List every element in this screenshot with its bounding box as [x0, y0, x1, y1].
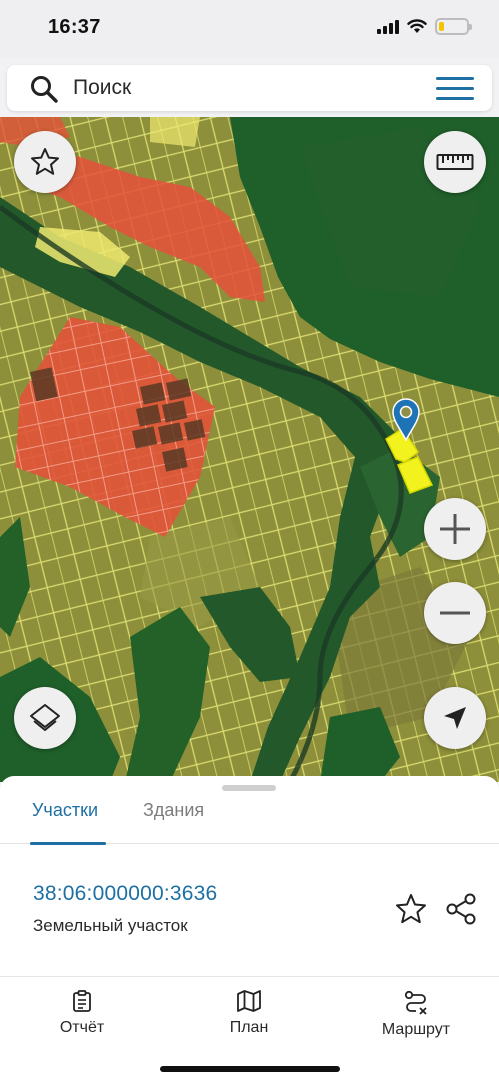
map-view[interactable] — [0, 117, 499, 782]
zoom-out-button[interactable] — [424, 582, 486, 644]
satellite-map[interactable] — [0, 117, 499, 782]
ruler-button[interactable] — [424, 131, 486, 193]
result-tabs: Участки Здания — [0, 796, 499, 845]
tab-buildings[interactable]: Здания — [141, 800, 206, 844]
parcel-cadastral-number[interactable]: 38:06:000000:3636 — [33, 882, 217, 906]
nav-report[interactable]: Отчёт — [22, 989, 142, 1037]
route-icon — [404, 990, 427, 1015]
report-icon — [73, 990, 91, 1012]
layers-button[interactable] — [14, 687, 76, 749]
add-favorite-star-icon[interactable] — [393, 891, 429, 927]
map-icon — [237, 990, 261, 1012]
bottom-navigation: Отчёт План Маршрут — [0, 976, 499, 1080]
share-icon[interactable] — [443, 891, 479, 927]
menu-icon-bar — [436, 87, 474, 90]
menu-icon-bar — [436, 77, 474, 80]
menu-icon-bar — [436, 97, 474, 100]
status-bar: 16:37 — [0, 0, 499, 58]
results-sheet: Участки Здания 38:06:000000:3636 Земельн… — [0, 776, 499, 976]
my-location-button[interactable] — [424, 687, 486, 749]
sheet-drag-handle[interactable] — [222, 785, 276, 791]
wifi-icon — [407, 19, 427, 33]
battery-level — [439, 22, 445, 31]
navigation-arrow-icon — [444, 707, 466, 729]
nav-route[interactable]: Маршрут — [356, 989, 476, 1039]
location-pin-icon[interactable] — [391, 397, 421, 441]
minus-icon — [440, 611, 470, 615]
star-icon — [31, 148, 59, 175]
nav-route-label: Маршрут — [381, 1021, 451, 1038]
status-time: 16:37 — [48, 16, 101, 38]
parcel-type-label: Земельный участок — [33, 916, 188, 935]
status-icons — [377, 18, 472, 35]
search-input[interactable] — [73, 71, 413, 105]
zoom-in-button[interactable] — [424, 498, 486, 560]
search-icon[interactable] — [29, 74, 59, 104]
cellular-signal-icon — [377, 19, 399, 34]
nav-plan[interactable]: План — [189, 989, 309, 1037]
ruler-icon — [436, 154, 474, 170]
battery-icon — [435, 18, 472, 35]
layers-icon — [30, 704, 60, 731]
menu-button[interactable] — [436, 77, 474, 101]
home-indicator[interactable] — [160, 1066, 340, 1072]
favorites-button[interactable] — [14, 131, 76, 193]
plus-icon — [440, 514, 470, 544]
search-bar — [7, 65, 492, 111]
nav-report-label: Отчёт — [59, 1019, 105, 1036]
tab-parcels[interactable]: Участки — [30, 800, 106, 845]
nav-plan-label: План — [229, 1019, 269, 1036]
